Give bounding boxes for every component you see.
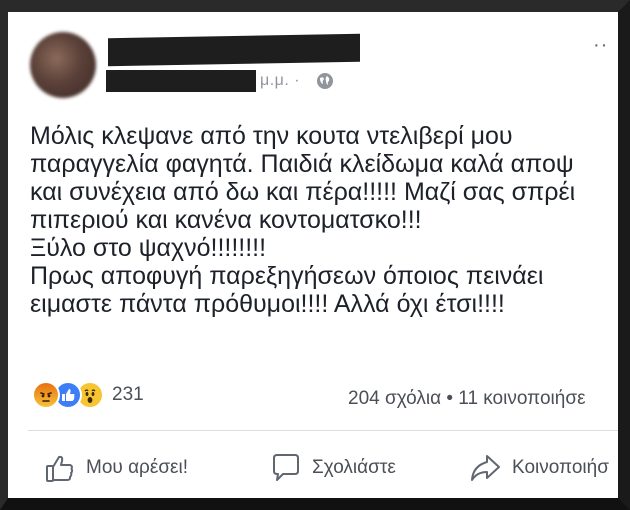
like-button[interactable]: Μου αρέσει!	[44, 452, 188, 484]
post-text-line: ειμαστε πάντα πρόθυμοι!!!! Αλλά όχι έτσι…	[30, 290, 505, 318]
post-text-line: Πρως αποφυγή παρεξηγήσεων όποιος πεινάει	[30, 262, 544, 290]
reaction-count: 231	[112, 384, 144, 405]
more-options-icon[interactable]: ··	[593, 34, 608, 57]
avatar[interactable]	[30, 32, 96, 98]
post-text-line: και συνέχεια από δω και πέρα!!!!! Μαζί σ…	[30, 178, 576, 206]
timestamp-suffix[interactable]: μ.μ. ·	[260, 72, 300, 90]
post-text-line: πιπεριού και κανένα κοντοματσκο!!!	[30, 206, 422, 234]
reactions-summary[interactable]: 231	[32, 380, 144, 410]
angry-icon	[32, 381, 60, 409]
comment-button[interactable]: Σχολιάστε	[270, 452, 396, 484]
post-card: μ.μ. · ·· Μόλις κλεψανε από την κουτα ντ…	[0, 0, 630, 510]
share-button[interactable]: Κοινοποιήσ	[468, 452, 609, 484]
share-icon	[471, 455, 500, 481]
post-text-line: παραγγελία φαγητά. Παιδιά κλείδωμα καλά …	[30, 150, 574, 178]
divider	[28, 430, 618, 431]
comment-icon	[273, 454, 299, 481]
redacted-timestamp	[106, 70, 256, 92]
thumbs-up-icon	[46, 455, 74, 482]
like-label: Μου αρέσει!	[86, 457, 189, 478]
post-text: Μόλις κλεψανε από την κουτα ντελιβερί μο…	[30, 122, 618, 318]
globe-icon[interactable]	[316, 72, 334, 90]
redacted-author-name	[108, 33, 360, 67]
share-label: Κοινοποιήσ	[512, 457, 609, 478]
comments-shares-count[interactable]: 204 σχόλια • 11 κοινοποιήσε	[348, 388, 586, 410]
comment-label: Σχολιάστε	[312, 457, 396, 478]
post-text-line: Μόλις κλεψανε από την κουτα ντελιβερί μο…	[30, 122, 513, 150]
action-bar: Μου αρέσει! Σχολιάστε Κοινοποιήσ	[8, 452, 618, 492]
post-text-line: Ξύλο στο ψαχνό!!!!!!!!	[30, 234, 267, 262]
